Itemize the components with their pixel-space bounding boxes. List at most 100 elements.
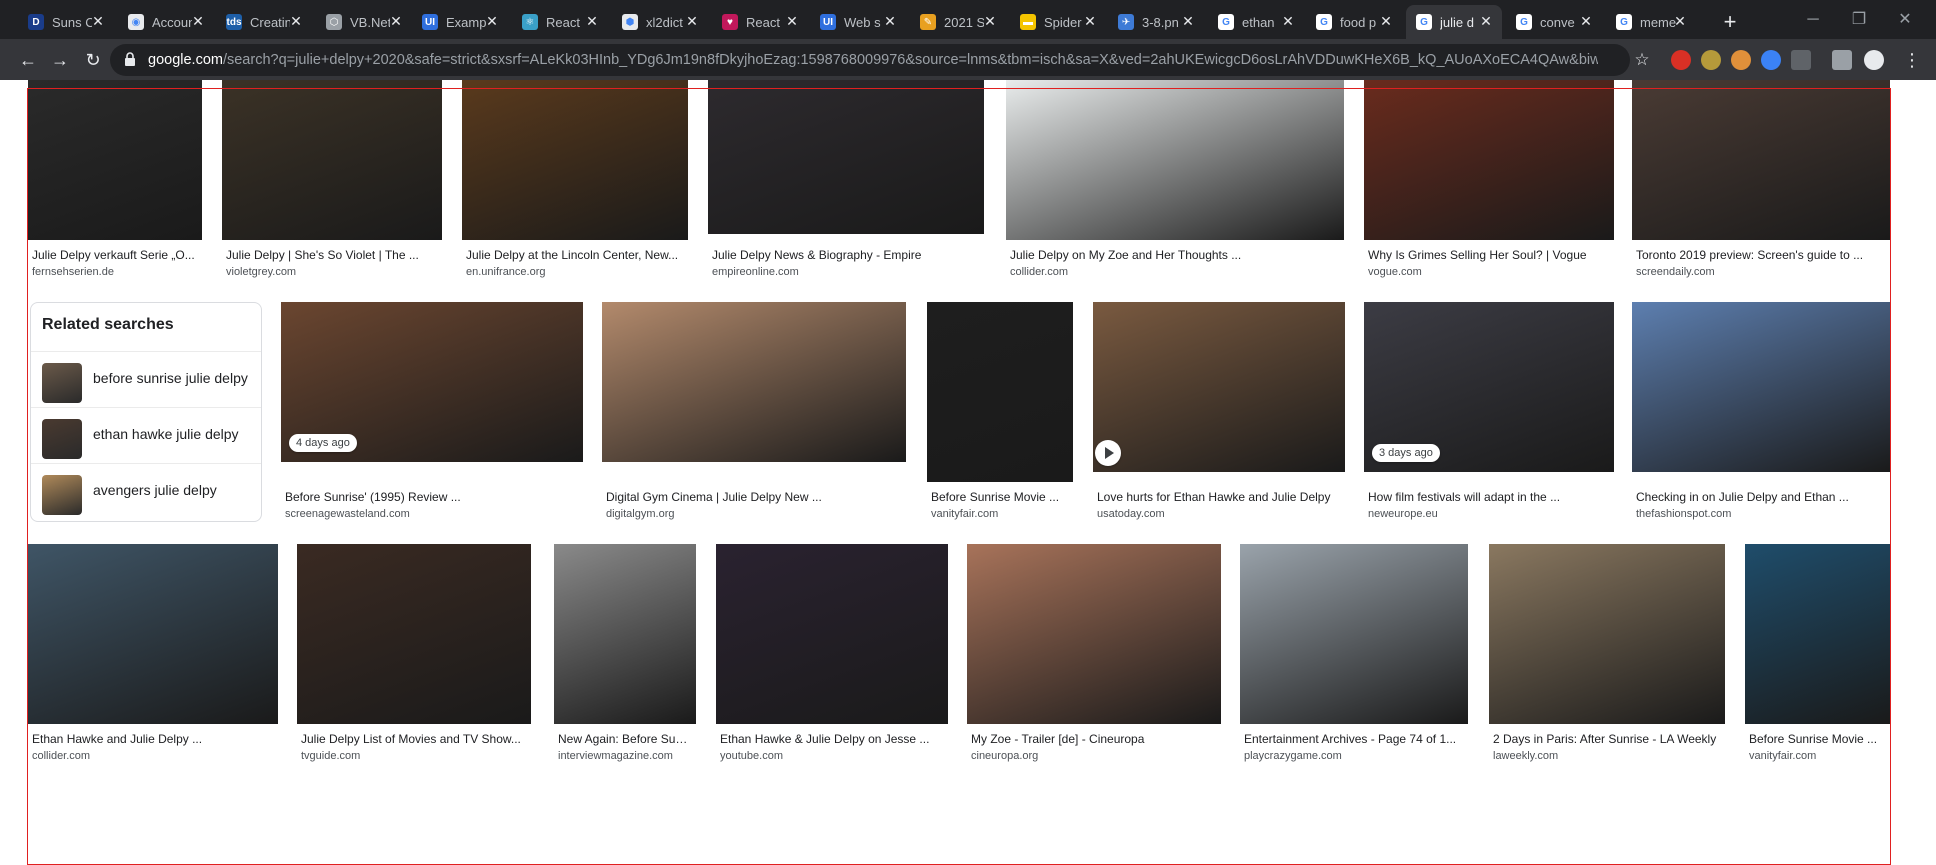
image-thumbnail[interactable]	[1489, 544, 1725, 724]
tab-10[interactable]: ▬ Spider ✕	[1010, 5, 1106, 39]
image-result-source[interactable]: violetgrey.com	[226, 266, 296, 278]
image-thumbnail[interactable]	[1006, 80, 1344, 240]
image-result-source[interactable]: empireonline.com	[712, 266, 799, 278]
image-thumbnail[interactable]	[222, 80, 442, 240]
image-result-source[interactable]: interviewmagazine.com	[558, 750, 673, 762]
image-thumbnail[interactable]	[28, 80, 202, 240]
forward-button[interactable]: →	[46, 46, 74, 74]
image-thumbnail[interactable]	[927, 302, 1073, 482]
tab-close-icon[interactable]: ✕	[288, 13, 304, 29]
back-button[interactable]: ←	[14, 46, 42, 74]
image-result-source[interactable]: neweurope.eu	[1368, 508, 1438, 520]
tab-close-icon[interactable]: ✕	[982, 13, 998, 29]
tab-8[interactable]: UI Web s ✕	[810, 5, 906, 39]
tab-close-icon[interactable]: ✕	[882, 13, 898, 29]
image-result-source[interactable]: playcrazygame.com	[1244, 750, 1342, 762]
image-result-title[interactable]: Digital Gym Cinema | Julie Delpy New ...	[606, 490, 902, 504]
image-result-title[interactable]: Toronto 2019 preview: Screen's guide to …	[1636, 248, 1886, 262]
image-thumbnail[interactable]	[1745, 544, 1891, 724]
image-result-source[interactable]: usatoday.com	[1097, 508, 1165, 520]
tab-close-icon[interactable]: ✕	[1180, 13, 1196, 29]
related-search-item[interactable]: ethan hawke julie delpy	[31, 407, 261, 464]
avatar[interactable]	[1864, 50, 1884, 70]
extension-icon[interactable]	[1791, 50, 1811, 70]
image-result-source[interactable]: cineuropa.org	[971, 750, 1038, 762]
image-thumbnail[interactable]	[716, 544, 948, 724]
image-thumbnail[interactable]	[602, 302, 906, 462]
image-thumbnail[interactable]	[967, 544, 1221, 724]
image-thumbnail[interactable]	[708, 80, 984, 234]
image-result-source[interactable]: fernsehserien.de	[32, 266, 114, 278]
image-result-title[interactable]: Julie Delpy on My Zoe and Her Thoughts .…	[1010, 248, 1340, 262]
image-result-title[interactable]: My Zoe - Trailer [de] - Cineuropa	[971, 732, 1217, 746]
address-bar[interactable]: google.com/search?q=julie+delpy+2020&saf…	[110, 44, 1630, 76]
image-result-source[interactable]: screendaily.com	[1636, 266, 1715, 278]
tab-close-icon[interactable]: ✕	[684, 13, 700, 29]
tab-close-icon[interactable]: ✕	[1280, 13, 1296, 29]
tab-close-icon[interactable]: ✕	[784, 13, 800, 29]
image-result-source[interactable]: vanityfair.com	[1749, 750, 1816, 762]
tab-close-icon[interactable]: ✕	[584, 13, 600, 29]
image-result-source[interactable]: screenagewasteland.com	[285, 508, 410, 520]
image-result-title[interactable]: New Again: Before Sun...	[558, 732, 692, 746]
tab-0[interactable]: D Suns C ✕	[18, 5, 114, 39]
image-result-title[interactable]: Love hurts for Ethan Hawke and Julie Del…	[1097, 490, 1341, 504]
tab-close-icon[interactable]: ✕	[1578, 13, 1594, 29]
image-result-title[interactable]: Ethan Hawke and Julie Delpy ...	[32, 732, 274, 746]
tab-16[interactable]: Gmeme ✕	[1606, 5, 1696, 39]
tab-1[interactable]: ◉ Accoun ✕	[118, 5, 214, 39]
image-result-title[interactable]: Checking in on Julie Delpy and Ethan ...	[1636, 490, 1886, 504]
image-result-title[interactable]: Before Sunrise' (1995) Review ...	[285, 490, 579, 504]
tab-close-icon[interactable]: ✕	[1478, 13, 1494, 29]
image-result-source[interactable]: vanityfair.com	[931, 508, 998, 520]
image-result-title[interactable]: How film festivals will adapt in the ...	[1368, 490, 1610, 504]
tab-5[interactable]: ⚛ React ✕	[512, 5, 608, 39]
image-result-title[interactable]: Before Sunrise Movie ...	[1749, 732, 1887, 746]
image-result-title[interactable]: 2 Days in Paris: After Sunrise - LA Week…	[1493, 732, 1721, 746]
bookmark-star-icon[interactable]: ☆	[1628, 46, 1656, 74]
tab-close-icon[interactable]: ✕	[1082, 13, 1098, 29]
url-text[interactable]: google.com/search?q=julie+delpy+2020&saf…	[148, 44, 1598, 76]
image-thumbnail[interactable]	[554, 544, 696, 724]
tab-6[interactable]: ⬢ xl2dict ✕	[612, 5, 708, 39]
tab-15[interactable]: Gconve ✕	[1506, 5, 1602, 39]
related-search-item[interactable]: avengers julie delpy	[31, 463, 261, 520]
image-thumbnail[interactable]	[1632, 302, 1890, 472]
maximize-button[interactable]: ❐	[1836, 0, 1882, 39]
extension-icon[interactable]	[1671, 50, 1691, 70]
tab-close-icon[interactable]: ✕	[1378, 13, 1394, 29]
menu-kebab-icon[interactable]: ⋮	[1898, 46, 1926, 74]
tab-7[interactable]: ♥ React ✕	[712, 5, 808, 39]
image-result-title[interactable]: Why Is Grimes Selling Her Soul? | Vogue	[1368, 248, 1610, 262]
image-result-title[interactable]: Julie Delpy News & Biography - Empire	[712, 248, 980, 262]
tab-close-icon[interactable]: ✕	[1672, 13, 1688, 29]
image-result-title[interactable]: Entertainment Archives - Page 74 of 1...	[1244, 732, 1464, 746]
tab-11[interactable]: ✈ 3-8.pn ✕	[1108, 5, 1204, 39]
image-result-source[interactable]: laweekly.com	[1493, 750, 1558, 762]
tab-close-icon[interactable]: ✕	[484, 13, 500, 29]
tab-close-icon[interactable]: ✕	[190, 13, 206, 29]
extension-icon[interactable]	[1731, 50, 1751, 70]
image-result-title[interactable]: Ethan Hawke & Julie Delpy on Jesse ...	[720, 732, 944, 746]
image-thumbnail[interactable]	[1093, 302, 1345, 472]
image-result-source[interactable]: digitalgym.org	[606, 508, 674, 520]
image-thumbnail[interactable]	[1364, 80, 1614, 240]
image-thumbnail[interactable]	[28, 544, 278, 724]
image-result-title[interactable]: Julie Delpy List of Movies and TV Show..…	[301, 732, 527, 746]
image-result-source[interactable]: en.unifrance.org	[466, 266, 546, 278]
lock-icon[interactable]	[124, 52, 136, 66]
tab-14[interactable]: Gjulie d ✕	[1406, 5, 1502, 39]
image-result-title[interactable]: Julie Delpy verkauft Serie „O...	[32, 248, 198, 262]
image-result-source[interactable]: vogue.com	[1368, 266, 1422, 278]
image-result-title[interactable]: Julie Delpy | She's So Violet | The ...	[226, 248, 438, 262]
image-thumbnail[interactable]	[462, 80, 688, 240]
tab-13[interactable]: Gfood p ✕	[1306, 5, 1402, 39]
extension-icon[interactable]	[1701, 50, 1721, 70]
image-thumbnail[interactable]	[297, 544, 531, 724]
image-result-source[interactable]: youtube.com	[720, 750, 783, 762]
extensions-puzzle-icon[interactable]	[1832, 50, 1852, 70]
image-result-source[interactable]: thefashionspot.com	[1636, 508, 1731, 520]
close-window-button[interactable]: ✕	[1882, 0, 1928, 39]
extension-icon[interactable]	[1761, 50, 1781, 70]
reload-button[interactable]: ↻	[79, 46, 107, 74]
